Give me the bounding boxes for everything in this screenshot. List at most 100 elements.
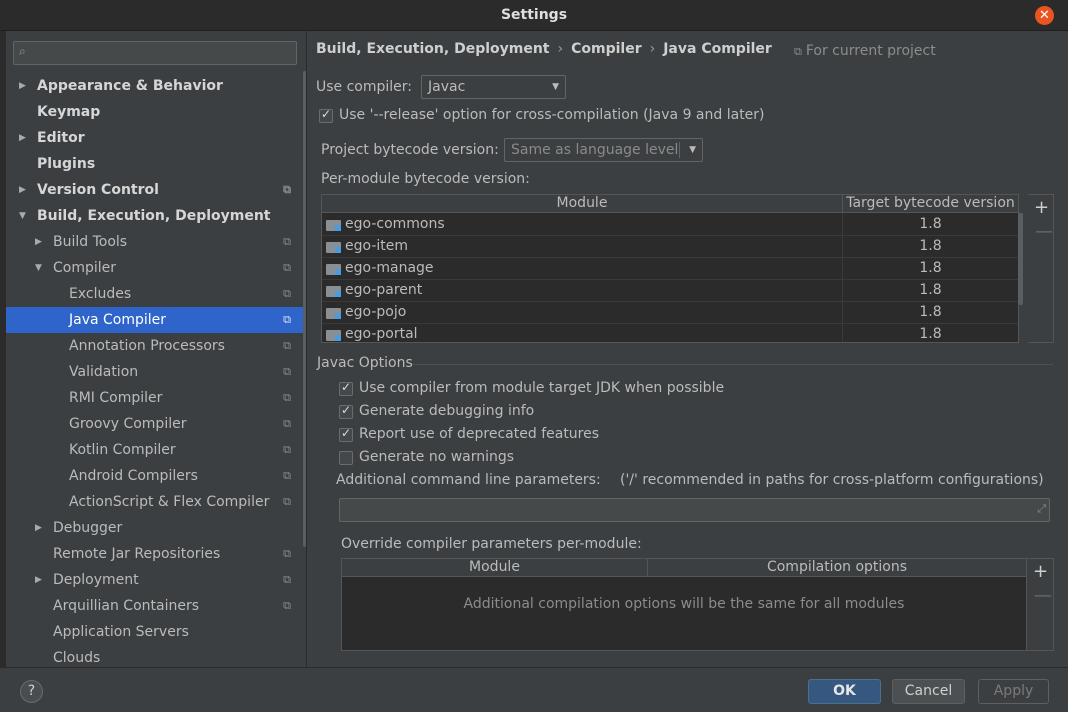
table-row[interactable]: ego-parent 1.8 (322, 280, 1018, 302)
column-header-module[interactable]: Module (322, 195, 843, 213)
chevron-down-icon[interactable]: ▼ (19, 203, 31, 229)
sidebar-item[interactable]: ▼ Build, Execution, Deployment (6, 203, 306, 229)
breadcrumb: Build, Execution, Deployment › Compiler › Ja… (316, 41, 772, 57)
target-version-cell[interactable]: 1.8 (843, 214, 1018, 236)
chevron-right-icon[interactable]: ▶ (19, 177, 31, 203)
target-version-cell[interactable]: 1.8 (843, 280, 1018, 302)
sidebar-item[interactable]: ▶ Appearance & Behavior (6, 73, 306, 99)
table-header: Module Compilation options (342, 559, 1026, 577)
bytecode-version-dropdown[interactable]: Same as language level ▼ (504, 138, 703, 162)
remove-icon[interactable]: — (1034, 585, 1052, 606)
breadcrumb-separator: › (649, 41, 656, 57)
sidebar-item[interactable]: Remote Jar Repositories ⧉ (6, 541, 306, 567)
module-bytecode-table: Module Target bytecode version ego-commo… (321, 194, 1019, 343)
table-row[interactable]: ego-pojo 1.8 (322, 302, 1018, 324)
sidebar-item[interactable]: ▶ Debugger (6, 515, 306, 541)
close-button[interactable]: ✕ (1035, 6, 1054, 25)
use-compiler-label: Use compiler: (316, 79, 413, 95)
sidebar-item[interactable]: RMI Compiler ⧉ (6, 385, 306, 411)
sidebar-item[interactable]: ▼ Compiler ⧉ (6, 255, 306, 281)
project-scope-icon: ⧉ (283, 313, 291, 326)
sidebar-item[interactable]: Keymap (6, 99, 306, 125)
table-row[interactable]: ego-commons 1.8 (322, 214, 1018, 236)
module-name: ego-portal (345, 326, 418, 342)
module-target-jdk-checkbox[interactable] (339, 380, 353, 396)
sidebar-item[interactable]: Groovy Compiler ⧉ (6, 411, 306, 437)
chevron-right-icon[interactable]: ▶ (35, 229, 47, 255)
module-folder-icon (326, 330, 341, 341)
chevron-down-icon: ▼ (689, 145, 696, 155)
window-title: Settings (500, 7, 568, 23)
cancel-button[interactable]: Cancel (892, 679, 965, 704)
add-icon[interactable]: + (1034, 197, 1049, 218)
sidebar-item[interactable]: ▶ Deployment ⧉ (6, 567, 306, 593)
project-scope-icon: ⧉ (283, 469, 291, 482)
help-button[interactable]: ? (20, 680, 43, 703)
sidebar-item-label: Compiler (53, 260, 117, 276)
apply-button[interactable]: Apply (978, 679, 1049, 704)
deprecated-features-checkbox[interactable] (339, 426, 353, 442)
no-warnings-checkbox[interactable] (339, 451, 353, 465)
cmdline-params-field[interactable]: ⤢ (339, 498, 1050, 522)
sidebar-item[interactable]: Application Servers (6, 619, 306, 645)
sidebar-item-label: Remote Jar Repositories (53, 546, 221, 562)
chevron-down-icon: ▼ (552, 82, 559, 92)
table-row[interactable]: ego-manage 1.8 (322, 258, 1018, 280)
release-option-checkbox[interactable] (319, 107, 333, 123)
module-table-scrollbar[interactable] (1018, 213, 1023, 305)
chevron-right-icon[interactable]: ▶ (35, 515, 47, 541)
sidebar-item[interactable]: Validation ⧉ (6, 359, 306, 385)
project-scope-icon: ⧉ (283, 443, 291, 456)
sidebar-item-label: Application Servers (53, 624, 189, 640)
sidebar-item[interactable]: Plugins (6, 151, 306, 177)
sidebar-item[interactable]: ActionScript & Flex Compiler ⧉ (6, 489, 306, 515)
chevron-right-icon[interactable]: ▶ (19, 125, 31, 151)
project-scope-icon: ⧉ (283, 417, 291, 430)
cmdline-params-input[interactable] (344, 501, 1024, 519)
target-version-cell[interactable]: 1.8 (843, 302, 1018, 324)
no-warnings-label: Generate no warnings (359, 449, 515, 465)
breadcrumb-compiler[interactable]: Compiler (571, 41, 642, 57)
ok-button[interactable]: OK (808, 679, 881, 704)
table-row[interactable]: ego-portal 1.8 (322, 324, 1018, 342)
sidebar-item[interactable]: Java Compiler ⧉ (6, 307, 306, 333)
sidebar-item[interactable]: Arquillian Containers ⧉ (6, 593, 306, 619)
sidebar-item-label: Annotation Processors (69, 338, 225, 354)
search-icon: ⌕ (19, 44, 26, 58)
bytecode-version-label: Project bytecode version: (321, 142, 499, 158)
expand-icon[interactable]: ⤢ (1037, 502, 1046, 516)
column-header-module[interactable]: Module (342, 559, 648, 577)
chevron-right-icon[interactable]: ▶ (19, 73, 31, 99)
table-row[interactable]: ego-item 1.8 (322, 236, 1018, 258)
target-version-cell[interactable]: 1.8 (843, 236, 1018, 258)
column-header-compilation-options[interactable]: Compilation options (648, 559, 1026, 577)
chevron-down-icon[interactable]: ▼ (35, 255, 47, 281)
sidebar-item-label: Build Tools (53, 234, 128, 250)
sidebar-item[interactable]: ▶ Version Control ⧉ (6, 177, 306, 203)
target-version-cell[interactable]: 1.8 (843, 258, 1018, 280)
cmdline-params-hint: ('/' recommended in paths for cross-plat… (620, 472, 1044, 488)
chevron-right-icon[interactable]: ▶ (35, 567, 47, 593)
sidebar-item[interactable]: ▶ Build Tools ⧉ (6, 229, 306, 255)
use-compiler-dropdown[interactable]: Javac ▼ (421, 75, 566, 99)
project-scope-icon: ⧉ (283, 573, 291, 586)
sidebar-item[interactable]: Annotation Processors ⧉ (6, 333, 306, 359)
add-icon[interactable]: + (1033, 561, 1048, 582)
column-header-target-version[interactable]: Target bytecode version (843, 195, 1018, 213)
sidebar-item[interactable]: ▶ Editor (6, 125, 306, 151)
target-version-cell[interactable]: 1.8 (843, 324, 1018, 342)
sidebar-item-label: RMI Compiler (69, 390, 163, 406)
search-input[interactable] (36, 44, 291, 62)
sidebar-item[interactable]: Kotlin Compiler ⧉ (6, 437, 306, 463)
sidebar-item[interactable]: Excludes ⧉ (6, 281, 306, 307)
settings-tree: ▶ Appearance & Behavior Keymap ▶ Editor Plugi… (6, 73, 306, 671)
use-compiler-value: Javac (428, 79, 466, 95)
remove-icon[interactable]: — (1035, 221, 1053, 242)
project-scope-icon: ⧉ (283, 183, 291, 196)
breadcrumb-build[interactable]: Build, Execution, Deployment (316, 41, 550, 57)
project-scope-icon: ⧉ (283, 287, 291, 300)
sidebar-item[interactable]: Android Compilers ⧉ (6, 463, 306, 489)
search-box[interactable]: ⌕ (13, 41, 297, 65)
debugging-info-checkbox[interactable] (339, 403, 353, 419)
empty-table-message: Additional compilation options will be t… (463, 596, 905, 612)
